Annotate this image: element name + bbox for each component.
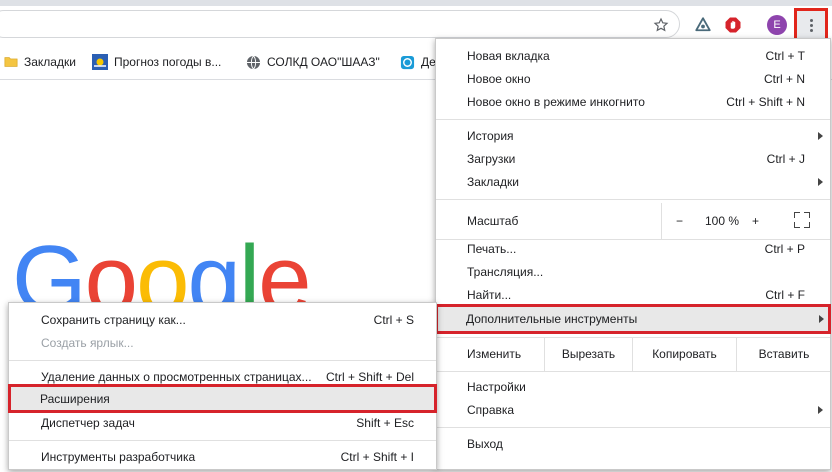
menu-item-label: Найти... <box>467 288 512 302</box>
menu-item-shortcut: Ctrl + Shift + Del <box>325 370 414 384</box>
fullscreen-icon[interactable] <box>794 212 810 228</box>
browser-menu-button[interactable] <box>794 8 828 42</box>
submenu-arrow-icon <box>818 132 823 140</box>
menu-item-label: Выход <box>467 437 503 451</box>
menu-item-label: Настройки <box>467 380 526 394</box>
copy-label: Копировать <box>652 347 717 361</box>
zoom-out-button[interactable]: − <box>676 214 683 228</box>
menu-item-label: Новое окно <box>467 72 531 86</box>
menu-item-shortcut: Ctrl + F <box>765 288 805 302</box>
copy-button[interactable]: Копировать <box>632 337 736 371</box>
zoom-row: Масштаб − 100 % + <box>436 203 830 239</box>
edit-row: Изменить Вырезать Копировать Вставить <box>436 337 830 371</box>
browser-main-menu: Новая вкладка Ctrl + T Новое окно Ctrl +… <box>435 38 831 470</box>
cut-button[interactable]: Вырезать <box>544 337 632 371</box>
menu-item-label: Расширения <box>40 392 110 406</box>
menu-item-exit[interactable]: Выход <box>436 433 830 455</box>
menu-item-more-tools[interactable]: Дополнительные инструменты <box>435 304 831 334</box>
menu-item-new-window[interactable]: Новое окно Ctrl + N <box>436 68 830 90</box>
menu-item-shortcut: Ctrl + N <box>763 72 805 86</box>
menu-item-history[interactable]: История <box>436 125 830 147</box>
avatar-initial: E <box>767 15 787 35</box>
menu-separator <box>9 360 436 361</box>
menu-item-incognito[interactable]: Новое окно в режиме инкогнито Ctrl + Shi… <box>436 91 830 113</box>
folder-icon <box>4 57 18 67</box>
bookmark-item[interactable]: Де <box>400 44 436 80</box>
menu-item-settings[interactable]: Настройки <box>436 376 830 398</box>
menu-item-find[interactable]: Найти... Ctrl + F <box>436 284 830 306</box>
submenu-item-extensions[interactable]: Расширения <box>8 384 437 413</box>
submenu-item-save-page[interactable]: Сохранить страницу как... Ctrl + S <box>9 309 436 331</box>
menu-item-label: Создать ярлык... <box>41 336 134 350</box>
menu-item-label: Диспетчер задач <box>41 416 135 430</box>
menu-item-label: История <box>467 129 514 143</box>
bookmark-label: Де <box>421 55 436 69</box>
menu-item-label: Загрузки <box>467 152 516 166</box>
submenu-item-create-shortcut: Создать ярлык... <box>9 332 436 354</box>
menu-item-downloads[interactable]: Загрузки Ctrl + J <box>436 148 830 170</box>
menu-item-label: Справка <box>467 403 515 417</box>
bookmark-star-icon[interactable] <box>650 14 672 36</box>
cut-label: Вырезать <box>561 347 616 361</box>
extension-icon[interactable] <box>692 14 714 36</box>
paste-label: Вставить <box>758 347 810 361</box>
submenu-item-task-manager[interactable]: Диспетчер задач Shift + Esc <box>9 412 436 434</box>
menu-separator <box>436 427 830 428</box>
menu-item-shortcut: Ctrl + J <box>766 152 805 166</box>
app-icon <box>400 55 415 69</box>
bookmark-item[interactable]: Прогноз погоды в... <box>92 44 221 80</box>
zoom-level: 100 % <box>704 214 740 228</box>
menu-item-shortcut: Ctrl + P <box>764 242 805 256</box>
menu-item-label: Инструменты разработчика <box>41 450 196 464</box>
menu-separator <box>436 119 830 120</box>
menu-item-shortcut: Shift + Esc <box>356 416 414 430</box>
bookmark-item[interactable]: СОЛКД ОАО"ШААЗ" <box>246 44 380 80</box>
menu-separator <box>9 440 436 441</box>
zoom-controls: − 100 % + <box>661 203 831 239</box>
kebab-menu-icon <box>809 18 813 32</box>
profile-avatar[interactable]: E <box>766 14 788 36</box>
menu-item-print[interactable]: Печать... Ctrl + P <box>436 238 830 260</box>
menu-item-label: Дополнительные инструменты <box>466 312 638 326</box>
menu-item-label: Трансляция... <box>467 265 544 279</box>
menu-item-cast[interactable]: Трансляция... <box>436 261 830 283</box>
submenu-item-dev-tools[interactable]: Инструменты разработчика Ctrl + Shift + … <box>9 446 436 468</box>
bookmark-item[interactable]: Закладки <box>4 44 76 80</box>
menu-separator <box>436 371 830 372</box>
menu-item-new-tab[interactable]: Новая вкладка Ctrl + T <box>436 45 830 67</box>
edit-label: Изменить <box>467 347 522 361</box>
menu-item-help[interactable]: Справка <box>436 399 830 421</box>
menu-item-label: Новое окно в режиме инкогнито <box>467 95 645 109</box>
submenu-arrow-icon <box>818 406 823 414</box>
menu-item-shortcut: Ctrl + S <box>373 313 414 327</box>
menu-item-shortcut: Ctrl + Shift + N <box>726 95 805 109</box>
submenu-arrow-icon <box>819 315 824 323</box>
globe-icon <box>246 55 261 69</box>
menu-separator <box>436 199 830 200</box>
zoom-label: Масштаб <box>467 214 519 228</box>
adblock-icon[interactable] <box>722 14 744 36</box>
menu-item-shortcut: Ctrl + T <box>765 49 805 63</box>
bookmark-label: Закладки <box>24 55 76 69</box>
menu-item-bookmarks[interactable]: Закладки <box>436 171 830 193</box>
menu-item-label: Печать... <box>467 242 517 256</box>
paste-button[interactable]: Вставить <box>736 337 831 371</box>
menu-item-label: Новая вкладка <box>467 49 550 63</box>
bookmark-label: СОЛКД ОАО"ШААЗ" <box>267 55 380 69</box>
bookmark-label: Прогноз погоды в... <box>114 55 222 69</box>
weather-icon <box>92 54 108 70</box>
menu-item-label: Сохранить страницу как... <box>41 313 186 327</box>
menu-item-label: Удаление данных о просмотренных страница… <box>41 370 312 384</box>
menu-item-label: Закладки <box>467 175 519 189</box>
menu-item-shortcut: Ctrl + Shift + I <box>340 450 414 464</box>
submenu-arrow-icon <box>818 178 823 186</box>
zoom-in-button[interactable]: + <box>752 214 759 228</box>
address-bar[interactable] <box>0 10 680 38</box>
